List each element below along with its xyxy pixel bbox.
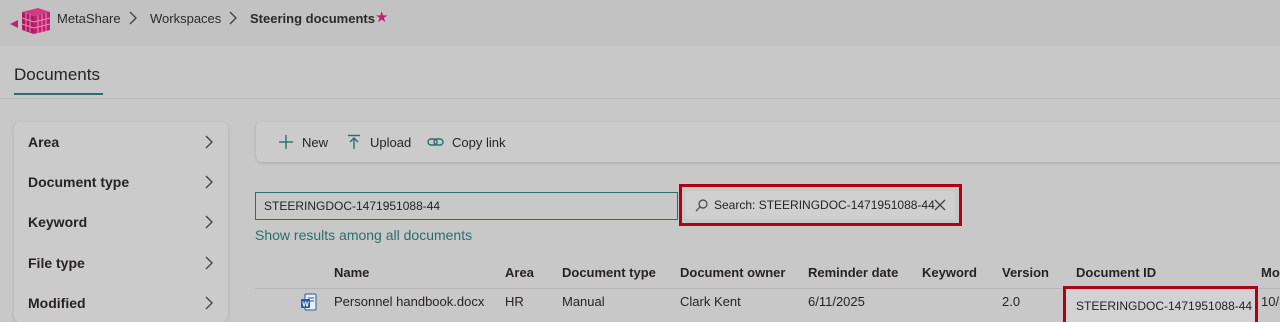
cell-version: 2.0 bbox=[1002, 294, 1021, 309]
word-doc-icon: W bbox=[301, 293, 317, 311]
column-header-version[interactable]: Version bbox=[1002, 265, 1049, 280]
cell-document-type: Manual bbox=[562, 294, 605, 309]
metashare-logo-icon[interactable] bbox=[8, 4, 52, 34]
column-header-area[interactable]: Area bbox=[505, 265, 534, 280]
filter-panel: Area Document type Keyword File type Mod… bbox=[14, 122, 228, 322]
search-chip-label: Search: STEERINGDOC-1471951088-44 bbox=[714, 198, 935, 212]
column-header-modified[interactable]: Mo bbox=[1261, 265, 1280, 280]
chevron-right-icon bbox=[205, 215, 213, 229]
filter-item-keyword[interactable]: Keyword bbox=[14, 202, 228, 242]
filter-label: Document type bbox=[28, 174, 130, 190]
filter-item-area[interactable]: Area bbox=[14, 122, 228, 162]
column-header-name[interactable]: Name bbox=[334, 265, 369, 280]
chevron-right-icon bbox=[205, 135, 213, 149]
upload-button[interactable]: Upload bbox=[346, 132, 411, 152]
chevron-right-icon bbox=[129, 11, 137, 25]
filter-label: Area bbox=[28, 134, 60, 150]
filter-label: File type bbox=[28, 255, 85, 271]
cell-document-id: STEERINGDOC-1471951088-44 bbox=[1076, 299, 1253, 313]
filter-item-file-type[interactable]: File type bbox=[14, 243, 228, 283]
new-button[interactable]: New bbox=[278, 132, 328, 152]
page-header bbox=[0, 46, 1280, 99]
tab-underline bbox=[14, 93, 103, 95]
breadcrumb-workspaces[interactable]: Workspaces bbox=[150, 11, 221, 26]
cell-modified: 10/3 bbox=[1261, 294, 1280, 309]
breadcrumb-steering-documents[interactable]: Steering documents bbox=[250, 11, 375, 26]
column-header-keyword[interactable]: Keyword bbox=[922, 265, 977, 280]
svg-text:W: W bbox=[302, 302, 309, 309]
chevron-right-icon bbox=[205, 296, 213, 310]
filter-label: Keyword bbox=[28, 214, 88, 230]
search-filter-chip[interactable]: Search: STEERINGDOC-1471951088-44 bbox=[685, 191, 955, 219]
cell-name[interactable]: Personnel handbook.docx bbox=[334, 294, 484, 309]
search-icon bbox=[695, 198, 708, 211]
show-all-results-link[interactable]: Show results among all documents bbox=[255, 227, 472, 243]
copy-link-label: Copy link bbox=[452, 134, 506, 150]
link-icon bbox=[427, 138, 444, 146]
new-label: New bbox=[302, 134, 329, 150]
star-icon[interactable]: ★ bbox=[375, 10, 388, 26]
cell-area: HR bbox=[505, 294, 524, 309]
upload-icon bbox=[348, 134, 360, 149]
chevron-right-icon bbox=[205, 256, 213, 270]
plus-icon bbox=[279, 135, 293, 149]
search-input[interactable] bbox=[255, 192, 678, 220]
column-header-document-owner[interactable]: Document owner bbox=[680, 265, 785, 280]
command-bar: New Upload Copy link bbox=[256, 122, 1280, 162]
chevron-right-icon bbox=[205, 175, 213, 189]
page-title[interactable]: Documents bbox=[14, 65, 100, 85]
column-header-document-id[interactable]: Document ID bbox=[1076, 265, 1156, 280]
upload-label: Upload bbox=[370, 134, 412, 150]
column-header-document-type[interactable]: Document type bbox=[562, 265, 656, 280]
copy-link-button[interactable]: Copy link bbox=[427, 132, 505, 152]
breadcrumb-metashare[interactable]: MetaShare bbox=[57, 11, 121, 26]
cell-reminder-date: 6/11/2025 bbox=[808, 294, 865, 309]
column-header-reminder-date[interactable]: Reminder date bbox=[808, 265, 898, 280]
chevron-right-icon bbox=[229, 11, 237, 25]
close-icon[interactable] bbox=[933, 198, 947, 212]
filter-label: Modified bbox=[28, 295, 86, 311]
cell-document-owner: Clark Kent bbox=[680, 294, 741, 309]
filter-item-modified[interactable]: Modified bbox=[14, 283, 228, 322]
filter-item-document-type[interactable]: Document type bbox=[14, 162, 228, 202]
